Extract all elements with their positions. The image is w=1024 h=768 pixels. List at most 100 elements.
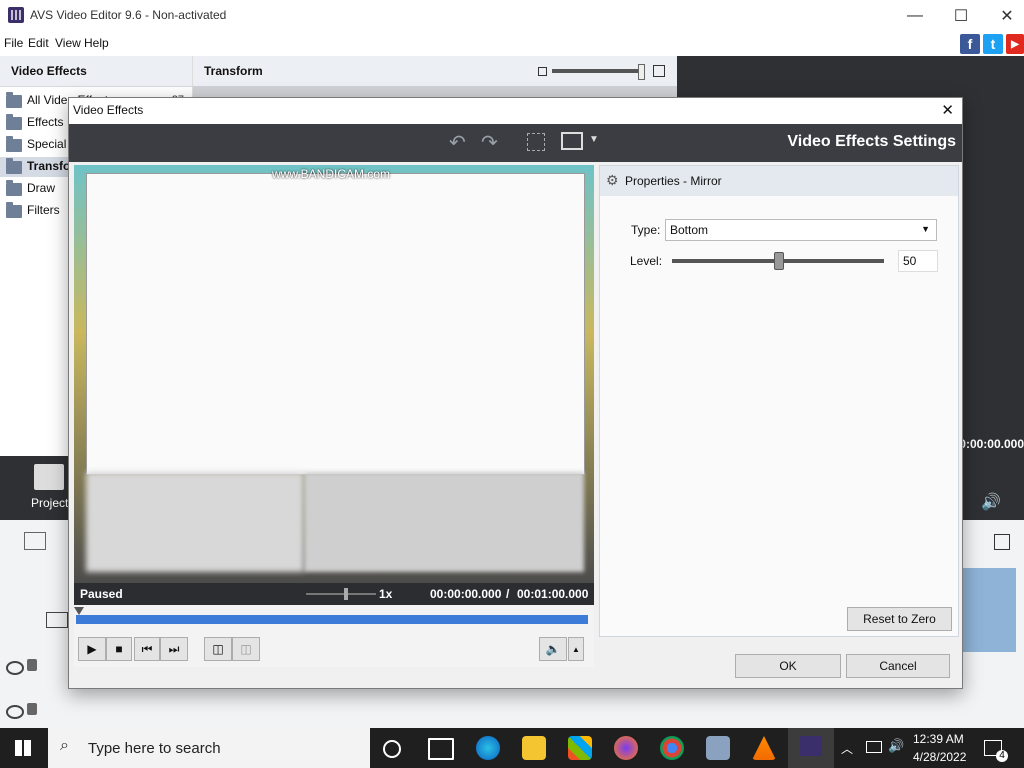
eye-icon[interactable] [6,705,24,719]
volume-icon[interactable]: 🔊 [981,492,1001,512]
video-preview: www.BANDICAM.com [74,165,594,583]
folder-icon [6,202,22,218]
folder-icon [6,158,22,174]
large-thumb-icon[interactable] [653,65,665,77]
file-explorer-icon[interactable] [522,736,546,760]
playback-status: Paused [80,587,123,601]
aspect-dropdown-icon[interactable]: ▼ [589,134,599,145]
play-button[interactable]: ▶ [78,637,106,661]
eye-icon[interactable] [6,661,24,675]
type-select[interactable]: Bottom ▼ [665,219,937,241]
menu-bar: File Edit View Help [0,32,1024,54]
clock-time[interactable]: 12:39 AM [913,732,964,746]
speed-label: 1x [379,587,393,601]
firefox-icon[interactable] [614,736,638,760]
aspect-ratio-icon[interactable] [561,132,583,150]
type-label: Type: [631,223,661,237]
properties-title: Properties - Mirror [625,174,722,188]
folder-icon [6,136,22,152]
type-select-value: Bottom [670,223,709,237]
trim-end-button[interactable]: ◫ [232,637,260,661]
undo-icon[interactable]: ↶ [449,130,466,155]
menu-edit[interactable]: Edit [28,36,49,50]
chrome-icon[interactable] [660,736,684,760]
settings-title: Video Effects Settings [787,133,956,150]
browser-window-image [86,173,585,475]
app-title: AVS Video Editor 9.6 - Non-activated [30,8,227,22]
network-icon[interactable] [866,741,882,753]
speed-slider[interactable] [306,593,376,595]
ok-button[interactable]: OK [735,654,841,678]
store-icon[interactable] [568,736,592,760]
category-label: Draw [27,181,56,195]
level-value-field[interactable]: 50 [898,250,938,272]
level-label: Level: [630,254,663,268]
audio-clip-waveform[interactable] [962,568,1016,652]
menu-file[interactable]: File [4,36,23,50]
photos-app-icon[interactable] [706,736,730,760]
trim-start-button[interactable]: ◫ [204,637,232,661]
video-effects-dialog: Video Effects ✕ ↶ ↷ ▼ Video Effects Sett… [68,97,963,689]
avs-taskbar-button[interactable] [788,728,834,768]
video-track-icon [46,612,68,628]
thumb-size-handle[interactable] [638,64,645,80]
menu-view[interactable]: View [55,36,81,50]
folder-icon [6,114,22,130]
dialog-title: Video Effects [73,103,144,117]
taskbar-search-box[interactable]: ⌕ Type here to search [48,728,370,768]
properties-header: ⚙ Properties - Mirror [600,166,958,196]
small-thumb-icon[interactable] [538,67,547,76]
total-time: 00:01:00.000 [517,587,589,601]
preview-status-bar: Paused 1x 00:00:00.000 / 00:01:00.000 [74,583,594,605]
storyboard-icon[interactable] [24,532,46,550]
time-separator: / [506,587,510,601]
twitter-icon[interactable]: t [983,34,1003,54]
volume-button[interactable]: 🔈 [539,637,567,661]
watermark: www.BANDICAM.com [272,167,391,181]
level-slider-handle[interactable] [774,252,784,270]
menu-help[interactable]: Help [84,36,109,50]
scrub-handle[interactable] [74,607,84,615]
next-frame-button[interactable]: ⏭ [160,637,188,661]
projects-icon[interactable] [34,464,64,490]
cancel-button[interactable]: Cancel [846,654,950,678]
volume-dropdown-icon[interactable]: ▲ [568,637,584,661]
youtube-icon[interactable]: ▶ [1006,34,1024,54]
multitask-icon[interactable] [428,738,454,760]
avs-app-icon [800,736,822,756]
gear-icon: ⚙ [606,172,619,188]
clock-date[interactable]: 4/28/2022 [913,750,966,764]
facebook-icon[interactable]: f [960,34,980,54]
speaker-icon[interactable]: 🔊 [888,738,904,754]
minimize-button[interactable]: — [892,0,938,32]
maximize-button[interactable]: ☐ [938,0,984,32]
level-value: 50 [903,254,917,268]
close-window-button[interactable]: ✕ [984,0,1024,32]
scrub-bar[interactable] [74,605,594,635]
panel-header: Video Effects [0,56,192,87]
current-time: 00:00:00.000 [430,587,502,601]
app-logo-icon [8,7,24,23]
chevron-down-icon: ▼ [921,224,930,234]
speed-slider-handle[interactable] [344,588,348,600]
search-placeholder: Type here to search [88,740,221,757]
task-view-icon[interactable] [383,740,401,758]
app-title-bar: AVS Video Editor 9.6 - Non-activated — ☐… [0,0,1024,32]
scrub-track[interactable] [76,615,588,624]
reset-to-zero-button[interactable]: Reset to Zero [847,607,952,631]
stop-button[interactable]: ■ [106,637,132,661]
dialog-close-button[interactable]: ✕ [941,101,954,119]
transform-title: Transform [204,64,263,78]
lock-icon[interactable] [27,703,37,715]
thumb-size-slider[interactable] [552,69,642,73]
folder-icon [6,92,22,108]
crop-icon[interactable] [527,133,545,151]
previous-frame-button[interactable]: ⏮ [134,637,160,661]
edge-icon[interactable] [476,736,500,760]
fit-timeline-icon[interactable] [994,534,1010,550]
properties-panel: ⚙ Properties - Mirror Type: Bottom ▼ Lev… [599,165,959,637]
lock-icon[interactable] [27,659,37,671]
redo-icon[interactable]: ↷ [481,130,498,155]
windows-start-icon[interactable] [15,740,31,756]
tray-chevron-icon[interactable]: ︿ [841,740,853,757]
